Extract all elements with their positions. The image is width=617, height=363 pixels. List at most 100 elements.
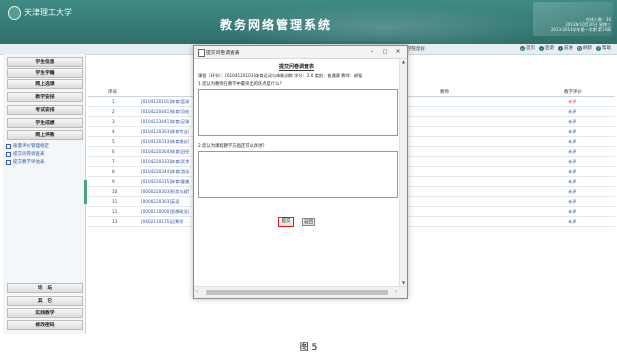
scroll-left-icon[interactable]: ‹	[196, 289, 198, 295]
refresh-icon: ↻	[577, 45, 582, 51]
header-info: 在线人数：36 2013年10月30日 星期三 2013-2014学年第一学期 …	[551, 17, 611, 32]
system-title: 教务网络管理系统	[220, 18, 333, 32]
menu-exam-schedule[interactable]: 考试安排	[7, 105, 83, 115]
checkbox-icon	[6, 151, 11, 157]
menu-forum[interactable]: 论 坛	[7, 283, 83, 293]
eval-status-link[interactable]: 未评	[568, 209, 576, 215]
refresh-link-label: 刷新	[583, 46, 592, 51]
vertical-scrollbar[interactable]: ▲ ▼	[399, 59, 407, 286]
menu-grades[interactable]: 学生成绩	[7, 118, 83, 128]
sub-item-label: 提交问卷调查表	[13, 152, 45, 157]
university-seal-icon	[8, 5, 21, 20]
scroll-up-icon[interactable]: ▲	[400, 59, 407, 65]
eval-status-link[interactable]: 未评	[568, 109, 576, 115]
col-header-num: 序号	[108, 90, 117, 95]
refresh-link[interactable]: ↻ 刷新	[577, 45, 592, 51]
back-link-label: 后退	[545, 46, 554, 51]
row-number: 6	[112, 149, 115, 154]
eval-status-link[interactable]: 未评	[568, 119, 576, 125]
horizontal-scrollbar[interactable]: ‹ ›	[194, 286, 407, 298]
row-number: 7	[112, 159, 115, 164]
menu-other[interactable]: 其 它	[7, 296, 83, 306]
figure-caption: 图 5	[299, 343, 318, 353]
back-link[interactable]: ‹ 后退	[539, 45, 554, 51]
dialog-content: 提交问卷调查表 课程（环节）：[0104120103]体育运动与体能训练 学分：…	[194, 59, 399, 286]
row-number: 10	[112, 189, 118, 194]
row-number: 3	[112, 119, 115, 124]
row-number: 12	[112, 209, 118, 214]
scrollbar-thumb[interactable]	[206, 290, 388, 295]
col-header-teacher: 教师	[440, 90, 449, 95]
eval-status-link[interactable]: 未评	[568, 139, 576, 145]
course-link[interactable]: [0402110115]运筹学	[141, 219, 189, 225]
row-number: 4	[112, 129, 115, 134]
back-icon: ‹	[539, 45, 544, 51]
sub-item-quality-rules[interactable]: 质量评价管理规定	[6, 143, 49, 149]
course-link[interactable]: [0104220441]体育(羽毛球)	[141, 109, 189, 115]
menu-teaching-plan[interactable]: 教学安排	[7, 92, 83, 102]
checkbox-icon	[6, 159, 11, 165]
sidebar: 学生信息 学生学籍 网上选课 教学安排 考试安排 学生成绩 网上评教 质量评价管…	[3, 54, 86, 334]
minimize-button[interactable]: –	[367, 47, 377, 57]
dialog-title: 提交问卷调查表	[206, 51, 240, 56]
sub-item-label: 质量评价管理规定	[13, 144, 49, 149]
menu-online-eval[interactable]: 网上评教	[7, 130, 83, 140]
dialog-titlebar[interactable]: 提交问卷调查表 – □ ×	[194, 46, 407, 59]
question-2-textarea[interactable]	[198, 151, 398, 198]
sidebar-splitter[interactable]	[84, 180, 87, 204]
form-title: 提交问卷调查表	[194, 63, 399, 71]
header-banner: 天津理工大学 教务网络管理系统 在线人数：36 2013年10月30日 星期三 …	[0, 0, 617, 44]
sub-item-submit-survey[interactable]: 提交问卷调查表	[6, 151, 45, 157]
university-logo: 天津理工大学	[8, 5, 72, 20]
eval-status-link[interactable]: 未评	[568, 219, 576, 225]
eval-status-link[interactable]: 未评	[568, 129, 576, 135]
toolbar-links: ⌂ 首页 ‹ 后退 › 前进 ↻ 刷新 ? 帮助	[520, 45, 611, 51]
course-link[interactable]: [0104120101]体育(篮球)	[141, 99, 189, 105]
question-2-label: 2.您认为课程教学方面还可以改进？	[198, 144, 267, 149]
sub-item-label: 提交教学评估表	[13, 160, 45, 165]
row-number: 5	[112, 139, 115, 144]
course-link[interactable]: [0104220315]体育(健美操)	[141, 179, 189, 185]
question-1-textarea[interactable]	[198, 89, 398, 136]
course-link[interactable]: [0104120313]体育理论课	[141, 139, 189, 145]
current-term: 2013-2014学年第一学期 第10周	[550, 27, 611, 32]
eval-status-link[interactable]: 未评	[568, 99, 576, 105]
help-link[interactable]: ? 帮助	[596, 45, 611, 51]
help-link-label: 帮助	[602, 46, 611, 51]
course-link[interactable]: [0104220333]体育(武术)	[141, 159, 189, 165]
course-link[interactable]: [0104220344]体育(游泳)	[141, 169, 189, 175]
forward-link[interactable]: › 前进	[558, 45, 573, 51]
eval-status-link[interactable]: 未评	[568, 179, 576, 185]
row-number: 8	[112, 169, 115, 174]
close-button[interactable]: ×	[393, 47, 403, 57]
row-number: 13	[112, 219, 118, 224]
course-link[interactable]: [0000220303]形势与政策	[141, 189, 189, 195]
eval-status-link[interactable]: 未评	[568, 159, 576, 165]
logo-text: 天津理工大学	[24, 8, 72, 17]
menu-change-password[interactable]: 修改密码	[7, 320, 83, 330]
menu-student-info[interactable]: 学生信息	[7, 57, 83, 67]
menu-student-status[interactable]: 学生学籍	[7, 68, 83, 78]
course-link[interactable]: [0000220303]英语	[141, 199, 189, 205]
course-link[interactable]: [0104120303]体育专业课	[141, 129, 189, 135]
home-icon: ⌂	[520, 45, 525, 51]
course-link[interactable]: [0104220304]体育(田径)	[141, 149, 189, 155]
course-link[interactable]: [0104123441]体育(足球)	[141, 119, 189, 125]
eval-status-link[interactable]: 未评	[568, 189, 576, 195]
scroll-right-icon[interactable]: ›	[395, 289, 397, 295]
eval-status-link[interactable]: 未评	[568, 169, 576, 175]
return-button[interactable]: 返回	[302, 218, 315, 226]
eval-status-link[interactable]: 未评	[568, 199, 576, 205]
course-link[interactable]: [0000110000]思想政治课	[141, 209, 189, 215]
course-info: 课程（环节）：[0104120103]体育运动与体能训练 学分：2.0 类别：普…	[198, 73, 363, 78]
home-link[interactable]: ⌂ 首页	[520, 45, 535, 51]
sub-item-submit-eval[interactable]: 提交教学评估表	[6, 159, 45, 165]
menu-course-select[interactable]: 网上选课	[7, 79, 83, 89]
submit-button[interactable]: 提交	[278, 217, 294, 227]
eval-status-link[interactable]: 未评	[568, 149, 576, 155]
document-icon	[198, 49, 205, 57]
menu-practice[interactable]: 实践教学	[7, 308, 83, 318]
row-number: 11	[112, 199, 118, 204]
maximize-button[interactable]: □	[380, 47, 390, 57]
checkbox-icon	[6, 143, 11, 149]
